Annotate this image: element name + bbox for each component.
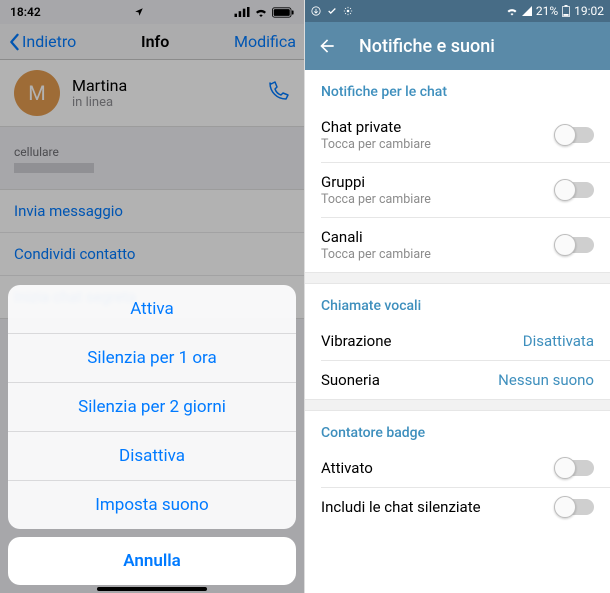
toggle-chat-private[interactable] — [556, 127, 594, 143]
row-badge-enabled[interactable]: Attivato — [305, 449, 610, 487]
wifi-icon — [254, 7, 268, 17]
settings-body[interactable]: Notifiche per le chat Chat private Tocca… — [305, 70, 610, 593]
row-vibration[interactable]: Vibrazione Disattivata — [305, 322, 610, 360]
wifi-icon — [506, 6, 518, 16]
row-value: Nessun suono — [498, 371, 594, 389]
android-appbar: Notifiche e suoni — [305, 22, 610, 70]
row-label: Vibrazione — [321, 332, 523, 350]
row-label: Includi le chat silenziate — [321, 498, 556, 516]
row-subtitle: Tocca per cambiare — [321, 247, 556, 262]
actionsheet: Attiva Silenzia per 1 ora Silenzia per 2… — [8, 285, 296, 585]
section-gap — [305, 399, 610, 411]
row-label: Suoneria — [321, 371, 498, 389]
row-label: Gruppi — [321, 173, 556, 191]
signal-icon — [522, 6, 532, 16]
phone-label: cellulare — [0, 127, 304, 163]
location-icon — [134, 7, 144, 17]
actionsheet-set-sound[interactable]: Imposta suono — [8, 481, 296, 529]
row-chat-private[interactable]: Chat private Tocca per cambiare — [305, 108, 610, 162]
actionsheet-enable[interactable]: Attiva — [8, 285, 296, 334]
contact-header: M Martina in linea — [0, 60, 304, 127]
avatar[interactable]: M — [14, 70, 60, 116]
signal-icon — [234, 7, 250, 17]
actionsheet-cancel[interactable]: Annulla — [8, 537, 296, 585]
appbar-title: Notifiche e suoni — [359, 36, 495, 57]
send-message-button[interactable]: Invia messaggio — [0, 190, 304, 233]
call-button[interactable] — [266, 79, 290, 107]
row-subtitle: Tocca per cambiare — [321, 192, 556, 207]
back-button[interactable] — [317, 36, 337, 56]
row-groups[interactable]: Gruppi Tocca per cambiare — [305, 163, 610, 217]
back-button[interactable]: Indietro — [8, 32, 76, 51]
toggle-include-muted[interactable] — [556, 499, 594, 515]
toggle-badge-enabled[interactable] — [556, 460, 594, 476]
actionsheet-mute-1h[interactable]: Silenzia per 1 ora — [8, 334, 296, 383]
actionsheet-mute-2d[interactable]: Silenzia per 2 giorni — [8, 383, 296, 432]
row-label: Canali — [321, 228, 556, 246]
home-indicator[interactable] — [97, 587, 207, 591]
notif-check-icon — [327, 6, 337, 16]
section-chat-notifications: Notifiche per le chat — [305, 70, 610, 108]
ios-statusbar: 18:42 — [0, 0, 304, 24]
row-value: Disattivata — [523, 332, 594, 350]
notif-sun-icon — [343, 6, 353, 16]
chevron-left-icon — [8, 33, 20, 51]
battery-icon — [562, 5, 570, 17]
section-gap — [305, 272, 610, 284]
section-calls: Chiamate vocali — [305, 284, 610, 322]
ios-navbar: Indietro Info Modifica — [0, 24, 304, 60]
section-badge: Contatore badge — [305, 411, 610, 449]
notif-arrow-icon — [311, 6, 321, 16]
android-screen: 21% 19:02 Notifiche e suoni Notifiche pe… — [305, 0, 610, 593]
phone-number-redacted — [14, 163, 94, 173]
toggle-channels[interactable] — [556, 237, 594, 253]
row-subtitle: Tocca per cambiare — [321, 137, 556, 152]
row-channels[interactable]: Canali Tocca per cambiare — [305, 218, 610, 272]
ios-statusbar-time: 18:42 — [10, 5, 41, 19]
edit-button[interactable]: Modifica — [234, 32, 296, 51]
back-label: Indietro — [22, 32, 76, 51]
arrow-left-icon — [317, 36, 337, 56]
ios-screen: 18:42 Indietro Info Modifica M Martina — [0, 0, 305, 593]
row-ringtone[interactable]: Suoneria Nessun suono — [305, 361, 610, 399]
contact-status: in linea — [72, 95, 266, 110]
android-statusbar-time: 19:02 — [574, 4, 604, 18]
contact-name: Martina — [72, 76, 266, 95]
phone-icon — [266, 79, 290, 103]
row-label: Chat private — [321, 118, 556, 136]
row-include-muted[interactable]: Includi le chat silenziate — [305, 488, 610, 526]
battery-icon — [272, 7, 294, 18]
row-label: Attivato — [321, 459, 556, 477]
share-contact-button[interactable]: Condividi contatto — [0, 233, 304, 276]
actionsheet-disable[interactable]: Disattiva — [8, 432, 296, 481]
toggle-groups[interactable] — [556, 182, 594, 198]
navbar-title: Info — [141, 32, 169, 51]
battery-percent: 21% — [536, 4, 558, 18]
android-statusbar: 21% 19:02 — [305, 0, 610, 22]
